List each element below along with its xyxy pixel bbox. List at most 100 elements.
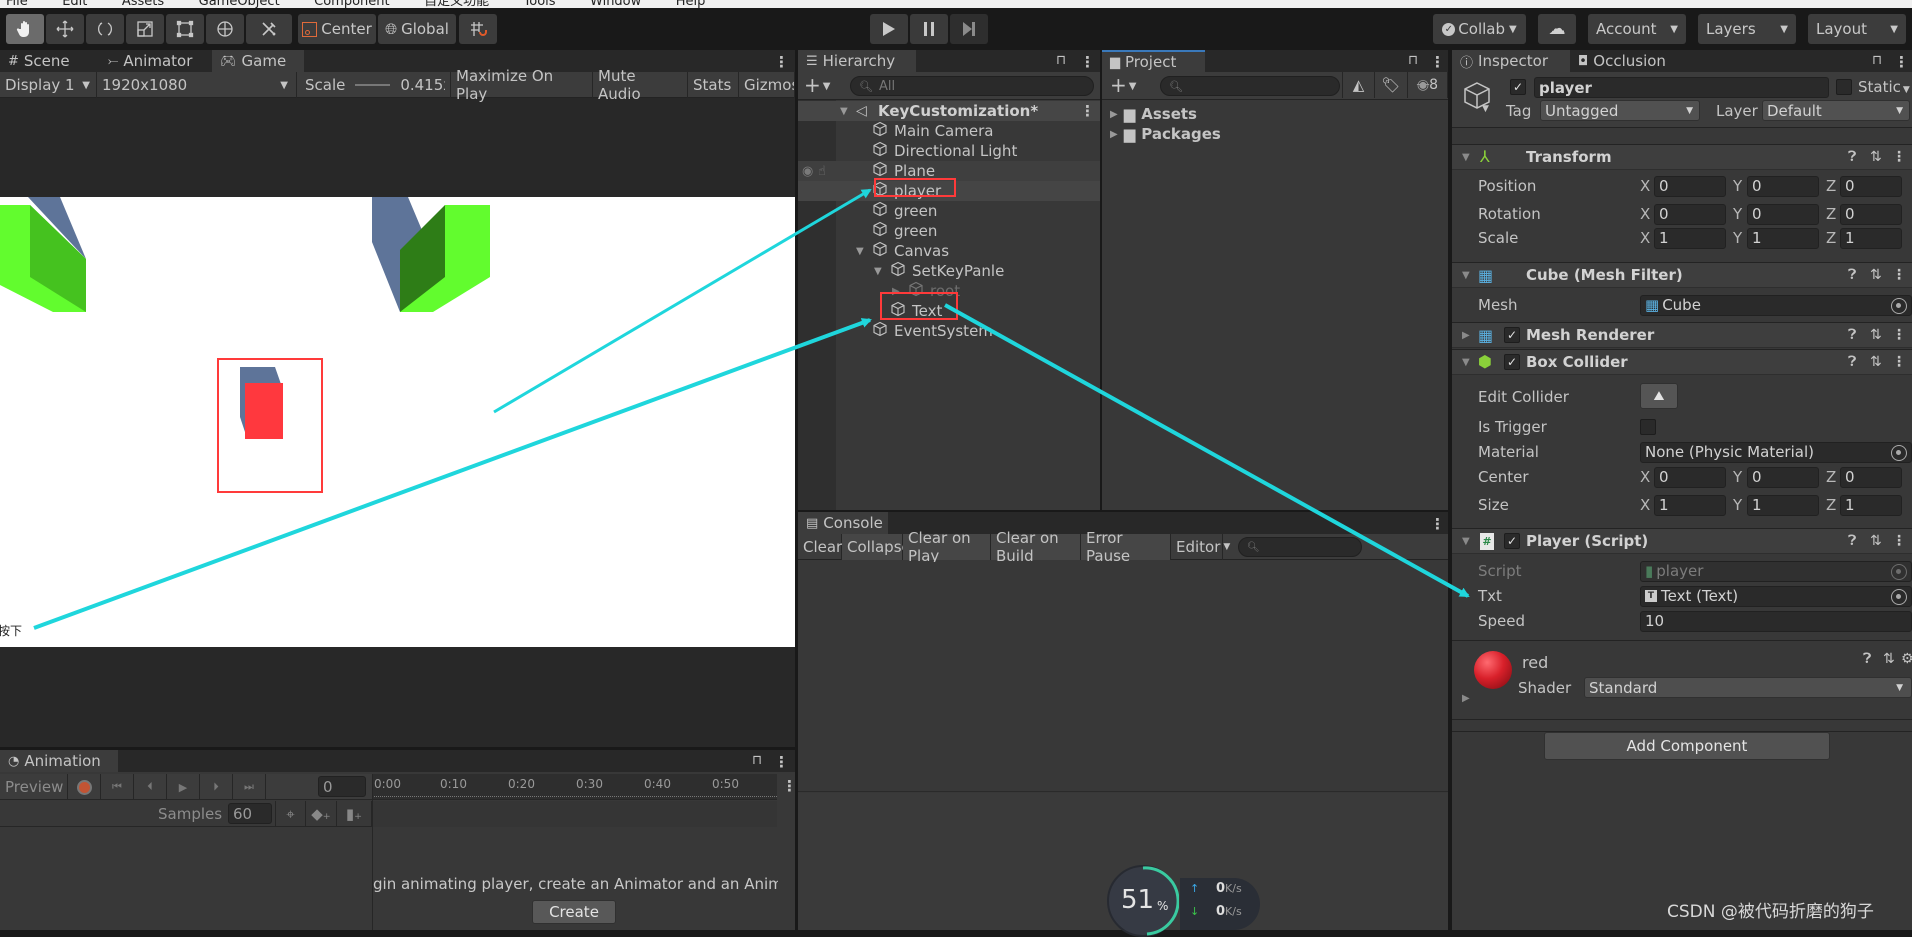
- menu-component[interactable]: Component: [314, 0, 389, 8]
- more-menu-icon[interactable]: ⋮: [1892, 354, 1906, 370]
- game-render-view[interactable]: 按下 按下: [0, 197, 795, 647]
- preset-icon[interactable]: ⇅: [1870, 533, 1882, 549]
- pivot-center-button[interactable]: Center: [298, 14, 376, 44]
- rotation-z-field[interactable]: 0: [1840, 203, 1902, 225]
- stats-toggle[interactable]: Stats: [688, 72, 739, 98]
- hierarchy-item[interactable]: Directional Light: [798, 141, 1100, 161]
- add-component-button[interactable]: Add Component: [1544, 732, 1830, 760]
- rect-tool-button[interactable]: [166, 14, 204, 44]
- active-checkbox[interactable]: ✓: [1510, 79, 1526, 95]
- preset-icon[interactable]: ⇅: [1870, 354, 1882, 370]
- lock-icon[interactable]: ⊓: [752, 753, 762, 768]
- scale-slider[interactable]: Scale 0.415x: [297, 72, 451, 98]
- center-x-field[interactable]: 0: [1654, 466, 1726, 488]
- tab-game[interactable]: 🎮︎ Game: [212, 50, 304, 72]
- more-menu-icon[interactable]: ⋮: [1080, 102, 1095, 120]
- tag-dropdown[interactable]: Untagged ▼: [1540, 100, 1700, 121]
- object-picker-icon[interactable]: [1891, 444, 1907, 461]
- maximize-on-play-toggle[interactable]: Maximize On Play: [451, 67, 593, 103]
- last-key-button[interactable]: ⏭: [233, 774, 266, 800]
- step-button[interactable]: [950, 14, 988, 44]
- clear-on-play-toggle[interactable]: Clear on Play: [903, 529, 991, 565]
- more-menu-icon[interactable]: ⋮: [774, 753, 789, 771]
- rotate-tool-button[interactable]: [86, 14, 124, 44]
- edit-collider-button[interactable]: ⛰︎: [1640, 383, 1678, 409]
- tab-animator[interactable]: ⤚ Animator: [100, 50, 212, 72]
- more-menu-icon[interactable]: ⋮: [1430, 53, 1445, 71]
- object-picker-icon[interactable]: [1891, 588, 1907, 605]
- custom-tool-button[interactable]: [246, 14, 292, 44]
- txt-field[interactable]: T Text (Text): [1640, 585, 1912, 607]
- menu-help[interactable]: Help: [676, 0, 706, 8]
- menu-window[interactable]: Window: [590, 0, 641, 8]
- pivot-global-button[interactable]: 🌐︎ Global: [378, 14, 456, 44]
- scale-y-field[interactable]: 1: [1747, 227, 1819, 249]
- more-menu-icon[interactable]: ⋮: [1892, 327, 1906, 343]
- static-checkbox[interactable]: [1836, 79, 1852, 95]
- hierarchy-item[interactable]: green: [798, 221, 1100, 241]
- is-trigger-checkbox[interactable]: [1640, 419, 1656, 435]
- scale-tool-button[interactable]: [126, 14, 164, 44]
- help-icon[interactable]: ❓︎: [1848, 354, 1856, 370]
- frame-field[interactable]: 0: [318, 776, 366, 797]
- console-log-list[interactable]: [798, 562, 1448, 792]
- next-key-button[interactable]: ⏵: [200, 774, 233, 800]
- more-menu-icon[interactable]: ⋮: [1892, 533, 1906, 549]
- static-dropdown[interactable]: Static ▼: [1858, 78, 1910, 96]
- mesh-renderer-enabled-checkbox[interactable]: ✓: [1504, 327, 1520, 343]
- samples-field[interactable]: 60: [228, 803, 272, 824]
- create-button[interactable]: + ▼: [804, 73, 830, 97]
- tab-occlusion[interactable]: ◘ Occlusion: [1570, 50, 1690, 72]
- filter-by-type-button[interactable]: ◭: [1342, 72, 1375, 98]
- tab-project[interactable]: ▆ Project: [1102, 50, 1205, 72]
- first-key-button[interactable]: ⏮: [101, 774, 134, 800]
- gizmos-toggle[interactable]: Gizmos: [739, 72, 795, 98]
- scene-row[interactable]: ▼ ◁ KeyCustomization* ⋮: [798, 101, 1100, 121]
- preset-icon[interactable]: ⇅: [1870, 267, 1882, 283]
- center-y-field[interactable]: 0: [1747, 466, 1819, 488]
- box-collider-header[interactable]: ▼ ⬢ ✓ Box Collider ❓︎ ⇅ ⋮: [1452, 349, 1912, 375]
- hierarchy-item[interactable]: EventSystem: [798, 321, 1100, 341]
- center-z-field[interactable]: 0: [1840, 466, 1902, 488]
- timeline-ruler[interactable]: 0:00 0:10 0:20 0:30 0:40 0:50 ⋮: [372, 774, 797, 800]
- tab-inspector[interactable]: ⓘ Inspector: [1452, 50, 1570, 72]
- mesh-field[interactable]: ▦ Cube: [1640, 294, 1912, 316]
- scale-x-field[interactable]: 1: [1654, 227, 1726, 249]
- rotation-y-field[interactable]: 0: [1747, 203, 1819, 225]
- prev-key-button[interactable]: ⏴: [134, 774, 167, 800]
- collab-button[interactable]: ✓ Collab ▼: [1433, 14, 1526, 44]
- eye-icon[interactable]: ◉: [802, 164, 813, 179]
- expand-arrow-icon[interactable]: ▼: [856, 246, 864, 257]
- menu-custom[interactable]: 自定义功能: [424, 0, 489, 8]
- layout-dropdown[interactable]: Layout ▼: [1808, 14, 1906, 44]
- help-icon[interactable]: ❓︎: [1848, 267, 1856, 283]
- size-x-field[interactable]: 1: [1654, 494, 1726, 516]
- help-icon[interactable]: ❓︎: [1848, 533, 1856, 549]
- scale-slider-track[interactable]: [355, 84, 391, 86]
- speed-field[interactable]: 10: [1640, 610, 1912, 632]
- position-y-field[interactable]: 0: [1747, 175, 1819, 197]
- folder-row-assets[interactable]: ▶ ▆ Assets: [1102, 104, 1448, 124]
- menu-gameobject[interactable]: GameObject: [199, 0, 280, 8]
- grid-snap-button[interactable]: [459, 14, 497, 44]
- tab-hierarchy[interactable]: ☰ Hierarchy: [798, 50, 916, 72]
- transform-header[interactable]: ▼ ⅄ Transform ❓︎ ⇅ ⋮: [1452, 144, 1912, 170]
- clear-on-build-toggle[interactable]: Clear on Build: [991, 529, 1081, 565]
- size-z-field[interactable]: 1: [1840, 494, 1902, 516]
- error-pause-toggle[interactable]: Error Pause: [1081, 529, 1171, 565]
- resolution-dropdown[interactable]: 1920x1080 ▼: [97, 72, 297, 98]
- preset-icon[interactable]: ⇅: [1870, 149, 1882, 165]
- project-search-input[interactable]: 🔍︎: [1160, 76, 1340, 96]
- more-menu-icon[interactable]: ⋮: [1892, 267, 1906, 283]
- more-menu-icon[interactable]: ⋮: [1894, 53, 1909, 71]
- gear-icon[interactable]: ⚙: [1901, 651, 1912, 667]
- tab-animation[interactable]: ◔ Animation: [0, 750, 118, 772]
- expand-arrow-icon[interactable]: ▼: [874, 266, 882, 277]
- hierarchy-item[interactable]: Main Camera: [798, 121, 1100, 141]
- object-picker-icon[interactable]: [1891, 297, 1907, 314]
- menu-tools[interactable]: Tools: [524, 0, 556, 8]
- filter-by-label-button[interactable]: 🏷︎: [1375, 72, 1408, 98]
- play-anim-button[interactable]: ▶: [167, 774, 200, 800]
- pause-button[interactable]: [910, 14, 948, 44]
- tab-console[interactable]: ▤ Console: [798, 512, 888, 534]
